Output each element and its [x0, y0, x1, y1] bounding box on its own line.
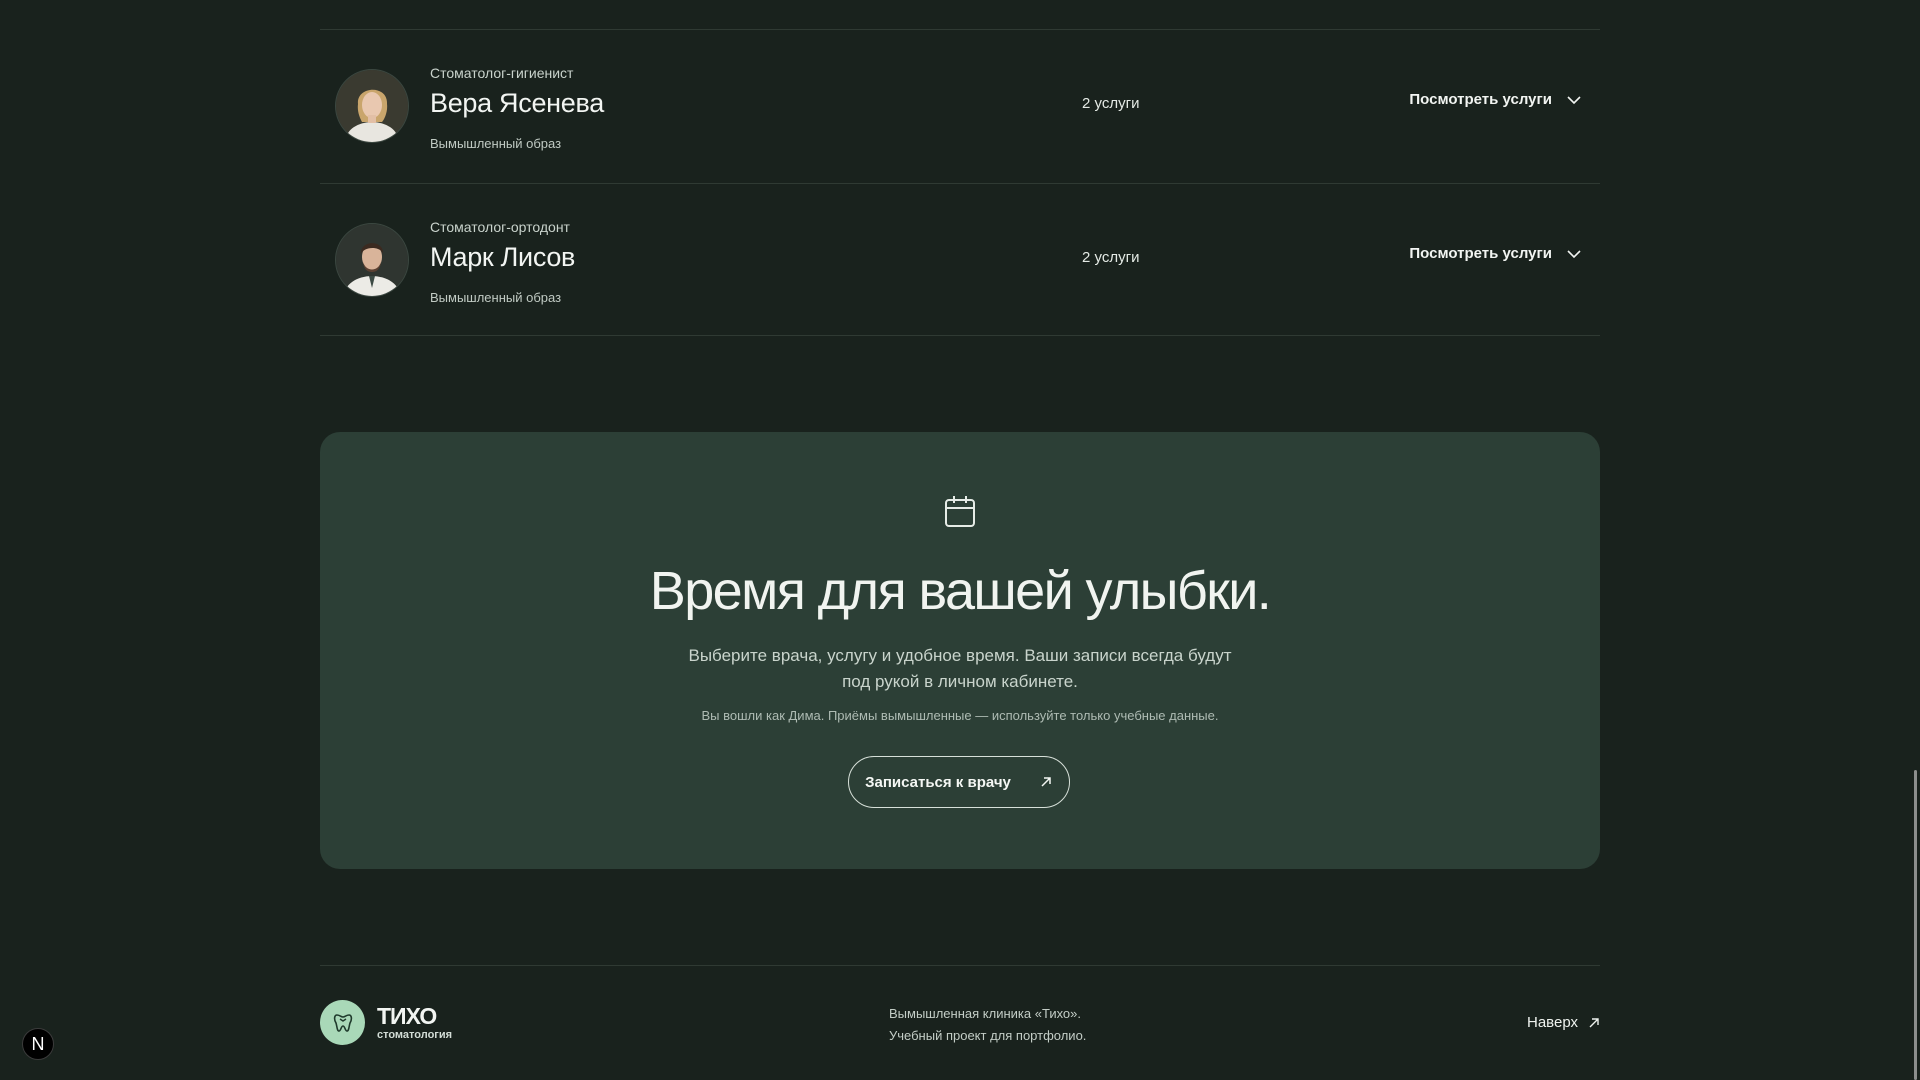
footer-divider	[320, 965, 1600, 966]
scrollbar-thumb[interactable]	[1914, 770, 1917, 1080]
services-count: 2 услуги	[1082, 95, 1140, 112]
brand-name: ТИХО	[377, 1002, 437, 1029]
calendar-icon	[945, 496, 975, 527]
cta-description: Выберите врача, услугу и удобное время. …	[688, 646, 1232, 691]
doctor-row: Стоматолог-ортодонт Марк Лисов Вымышленн…	[320, 184, 1600, 337]
tooth-icon	[320, 1000, 365, 1045]
doctor-name: Марк Лисов	[430, 242, 576, 272]
cta-title: Время для вашей улыбки.	[649, 561, 1272, 621]
back-to-top-label: Наверх	[1527, 1014, 1578, 1031]
services-count: 2 услуги	[1082, 249, 1140, 266]
chevron-down-icon	[1567, 249, 1581, 258]
brand-logo[interactable]: ТИХО стоматология	[320, 1000, 452, 1045]
view-services-label: Посмотреть услуги	[1409, 245, 1552, 262]
arrow-up-right-icon	[1589, 1017, 1599, 1027]
doctor-avatar	[336, 224, 408, 296]
book-appointment-label: Записаться к врачу	[865, 773, 1011, 791]
doctor-note: Вымышленный образ	[430, 136, 562, 151]
view-services-button[interactable]: Посмотреть услуги	[1409, 245, 1582, 262]
footer-info: Вымышленная клиника «Тихо». Учебный прое…	[889, 1003, 1086, 1047]
doctor-note: Вымышленный образ	[430, 290, 562, 305]
arrow-up-right-icon	[1041, 777, 1051, 787]
view-services-label: Посмотреть услуги	[1409, 91, 1552, 108]
doctor-role: Стоматолог-ортодонт	[430, 219, 570, 235]
cta-login-note: Вы вошли как Дима. Приёмы вымышленные — …	[701, 708, 1219, 723]
view-services-button[interactable]: Посмотреть услуги	[1409, 91, 1582, 108]
booking-cta-card: Время для вашей улыбки. Выберите врача, …	[320, 432, 1600, 869]
doctor-row: Стоматолог-гигиенист Вера Ясенева Вымышл…	[320, 30, 1600, 183]
footer-info-line: Учебный проект для портфолио.	[889, 1028, 1087, 1043]
book-appointment-button[interactable]: Записаться к врачу	[848, 756, 1070, 808]
divider	[320, 335, 1600, 336]
dev-tools-badge[interactable]: N	[22, 1028, 54, 1060]
brand-text: ТИХО стоматология	[377, 1004, 452, 1042]
doctor-role: Стоматолог-гигиенист	[430, 65, 574, 81]
doctor-name: Вера Ясенева	[430, 88, 604, 118]
back-to-top-link[interactable]: Наверх	[1527, 1014, 1600, 1031]
doctor-avatar	[336, 70, 408, 142]
brand-subtitle: стоматология	[377, 1028, 453, 1041]
chevron-down-icon	[1567, 95, 1581, 104]
footer-info-line: Вымышленная клиника «Тихо».	[889, 1006, 1082, 1021]
